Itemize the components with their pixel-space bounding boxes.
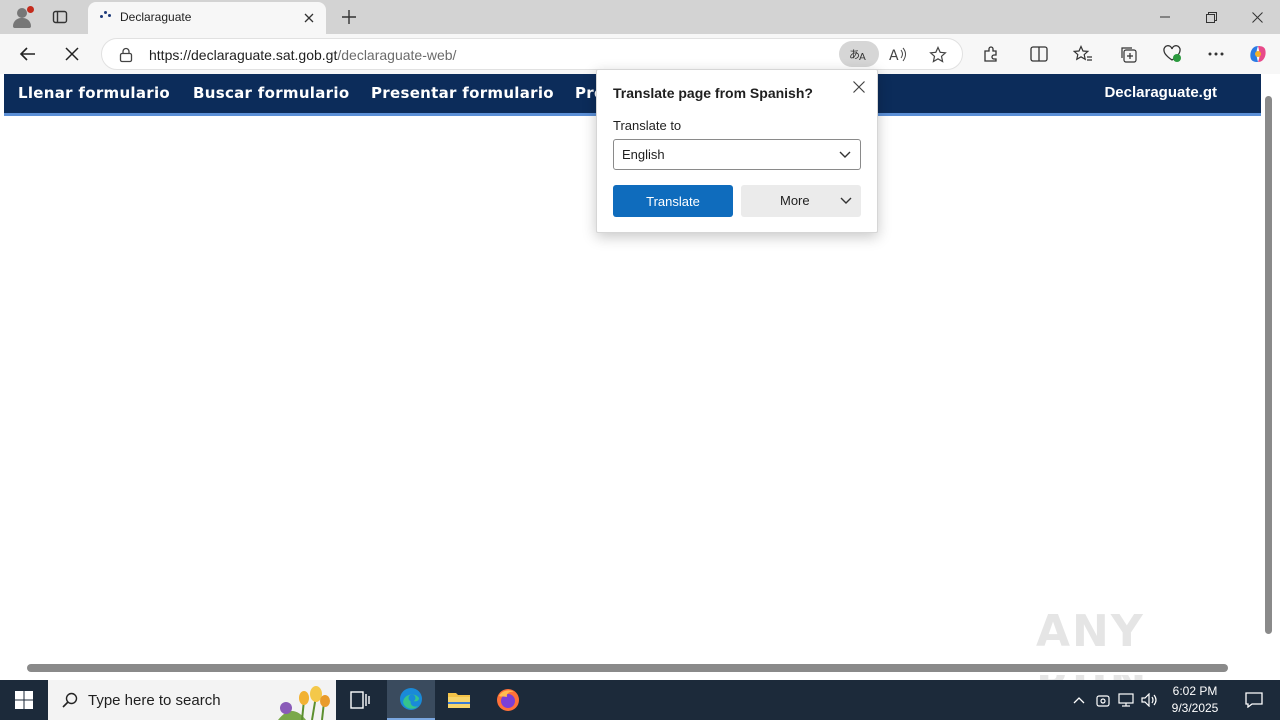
translate-popup-title: Translate page from Spanish? xyxy=(613,85,813,101)
translate-to-label: Translate to xyxy=(613,118,682,133)
windows-taskbar: Type here to search 6:02 PM 9/3/2025 xyxy=(0,680,1280,720)
minimize-icon[interactable] xyxy=(1142,0,1188,34)
nav-presentar-formulario[interactable]: Presentar formulario xyxy=(371,84,554,102)
url-path: /declaraguate-web/ xyxy=(337,47,457,63)
edge-taskbar-icon[interactable] xyxy=(387,680,435,720)
meet-now-icon[interactable] xyxy=(1093,690,1113,710)
horizontal-scroll-thumb[interactable] xyxy=(27,664,1228,672)
copilot-icon[interactable] xyxy=(1243,39,1273,69)
back-icon[interactable] xyxy=(13,39,43,69)
vertical-scroll-thumb[interactable] xyxy=(1265,96,1272,634)
browser-essentials-icon[interactable] xyxy=(1157,39,1187,69)
settings-more-icon[interactable] xyxy=(1201,39,1231,69)
chevron-down-icon xyxy=(836,146,854,164)
svg-text:A: A xyxy=(859,52,866,62)
target-language-value: English xyxy=(622,147,665,162)
svg-text:A: A xyxy=(889,48,899,64)
search-placeholder: Type here to search xyxy=(88,692,221,709)
file-explorer-icon[interactable] xyxy=(435,680,483,720)
extensions-icon[interactable] xyxy=(976,39,1006,69)
new-tab-icon[interactable] xyxy=(337,5,361,29)
translate-popup: Translate page from Spanish? Translate t… xyxy=(596,69,878,233)
taskbar-search-box[interactable]: Type here to search xyxy=(48,680,336,720)
tab-actions-icon[interactable] xyxy=(47,5,73,29)
address-bar[interactable]: https://declaraguate.sat.gob.gt/declarag… xyxy=(101,38,963,70)
search-highlight-flowers-icon xyxy=(278,686,330,720)
search-icon xyxy=(60,690,80,710)
close-tab-icon[interactable] xyxy=(300,9,318,27)
horizontal-scrollbar[interactable] xyxy=(4,660,1261,675)
profile-avatar-icon[interactable] xyxy=(8,4,36,30)
more-button[interactable]: More xyxy=(741,185,861,217)
windows-start-icon[interactable] xyxy=(0,680,48,720)
browser-tab[interactable]: Declaraguate xyxy=(88,2,326,34)
close-popup-icon[interactable] xyxy=(849,77,869,97)
nav-llenar-formulario[interactable]: Llenar formulario xyxy=(18,84,170,102)
collections-icon[interactable] xyxy=(1113,39,1143,69)
more-button-label: More xyxy=(780,193,810,208)
tab-strip: Declaraguate xyxy=(0,0,1280,34)
tab-title: Declaraguate xyxy=(120,10,192,24)
browser-toolbar: https://declaraguate.sat.gob.gt/declarag… xyxy=(0,34,1280,74)
close-window-icon[interactable] xyxy=(1234,0,1280,34)
url-host: https://declaraguate.sat.gob.gt xyxy=(149,47,338,63)
restore-icon[interactable] xyxy=(1188,0,1234,34)
favorite-star-icon[interactable] xyxy=(925,42,951,68)
chevron-down-icon xyxy=(837,192,855,210)
split-screen-icon[interactable] xyxy=(1024,39,1054,69)
show-hidden-icons-icon[interactable] xyxy=(1069,690,1089,710)
site-favicon-icon xyxy=(100,11,112,23)
clock-time: 6:02 PM xyxy=(1172,684,1218,698)
favorites-icon[interactable] xyxy=(1068,39,1098,69)
target-language-select[interactable]: English xyxy=(613,139,861,170)
site-brand[interactable]: Declaraguate.gt xyxy=(1104,84,1217,101)
firefox-icon[interactable] xyxy=(484,680,532,720)
translate-button[interactable]: Translate xyxy=(613,185,733,217)
site-info-lock-icon[interactable] xyxy=(116,45,136,65)
clock-date: 9/3/2025 xyxy=(1171,701,1219,715)
read-aloud-icon[interactable]: A xyxy=(886,42,912,68)
taskbar-clock[interactable]: 6:02 PM 9/3/2025 xyxy=(1166,683,1224,717)
network-icon[interactable] xyxy=(1116,690,1136,710)
url-text: https://declaraguate.sat.gob.gt/declarag… xyxy=(149,47,456,63)
stop-loading-icon[interactable] xyxy=(57,39,87,69)
vertical-scrollbar[interactable] xyxy=(1261,74,1276,660)
task-view-icon[interactable] xyxy=(336,680,384,720)
nav-buscar-formulario[interactable]: Buscar formulario xyxy=(193,84,349,102)
volume-icon[interactable] xyxy=(1140,690,1160,710)
translate-icon[interactable]: あA xyxy=(839,41,879,67)
notification-center-icon[interactable] xyxy=(1234,680,1274,720)
